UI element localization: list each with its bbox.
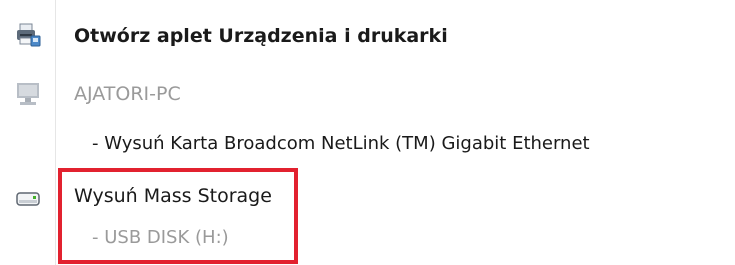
computer-icon <box>14 80 42 108</box>
menu-item-eject-network-card[interactable]: - Wysuń Karta Broadcom NetLink (TM) Giga… <box>0 120 735 168</box>
menu-item-label: Otwórz aplet Urządzenia i drukarki <box>74 25 448 47</box>
menu-item-computer-name: AJATORI-PC <box>0 70 735 118</box>
context-menu: Otwórz aplet Urządzenia i drukarki AJATO… <box>0 0 735 265</box>
menu-item-label: Wysuń Mass Storage <box>74 185 272 207</box>
menu-item-label: - Wysuń Karta Broadcom NetLink (TM) Giga… <box>92 133 590 154</box>
menu-item-open-devices-and-printers[interactable]: Otwórz aplet Urządzenia i drukarki <box>0 12 735 60</box>
usb-drive-icon <box>14 185 42 213</box>
printer-devices-icon <box>14 22 42 50</box>
menu-item-label: AJATORI-PC <box>74 83 181 105</box>
menu-item-label: - USB DISK (H:) <box>92 227 229 248</box>
menu-item-usb-disk: - USB DISK (H:) <box>0 214 735 262</box>
menu-item-eject-mass-storage[interactable]: Wysuń Mass Storage <box>0 172 735 220</box>
